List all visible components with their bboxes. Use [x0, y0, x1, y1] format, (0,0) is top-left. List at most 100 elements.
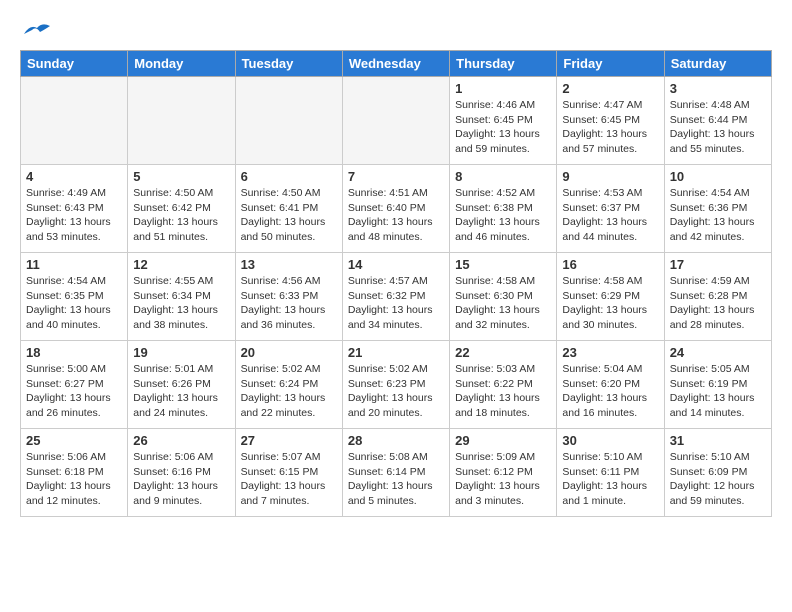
day-number: 19: [133, 345, 229, 360]
day-number: 26: [133, 433, 229, 448]
calendar-cell: 13 Sunrise: 4:56 AM Sunset: 6:33 PM Dayli…: [235, 253, 342, 341]
header: [20, 20, 772, 40]
day-info: Sunrise: 5:01 AM Sunset: 6:26 PM Dayligh…: [133, 362, 229, 421]
weekday-header-monday: Monday: [128, 51, 235, 77]
day-info: Sunrise: 4:46 AM Sunset: 6:45 PM Dayligh…: [455, 98, 551, 157]
day-number: 20: [241, 345, 337, 360]
day-info: Sunrise: 5:06 AM Sunset: 6:16 PM Dayligh…: [133, 450, 229, 509]
day-number: 1: [455, 81, 551, 96]
day-number: 25: [26, 433, 122, 448]
weekday-header-tuesday: Tuesday: [235, 51, 342, 77]
day-info: Sunrise: 5:00 AM Sunset: 6:27 PM Dayligh…: [26, 362, 122, 421]
weekday-header-row: SundayMondayTuesdayWednesdayThursdayFrid…: [21, 51, 772, 77]
calendar-week-1: 1 Sunrise: 4:46 AM Sunset: 6:45 PM Daylig…: [21, 77, 772, 165]
day-info: Sunrise: 5:04 AM Sunset: 6:20 PM Dayligh…: [562, 362, 658, 421]
calendar-cell: 15 Sunrise: 4:58 AM Sunset: 6:30 PM Dayli…: [450, 253, 557, 341]
calendar-cell: 10 Sunrise: 4:54 AM Sunset: 6:36 PM Dayli…: [664, 165, 771, 253]
day-info: Sunrise: 5:09 AM Sunset: 6:12 PM Dayligh…: [455, 450, 551, 509]
day-number: 12: [133, 257, 229, 272]
calendar-body: 1 Sunrise: 4:46 AM Sunset: 6:45 PM Daylig…: [21, 77, 772, 517]
calendar-cell: 22Sunrise: 5:03 AM Sunset: 6:22 PM Dayli…: [450, 341, 557, 429]
day-number: 13: [241, 257, 337, 272]
day-info: Sunrise: 4:53 AM Sunset: 6:37 PM Dayligh…: [562, 186, 658, 245]
day-number: 18: [26, 345, 122, 360]
calendar-cell: 21 Sunrise: 5:02 AM Sunset: 6:23 PM Dayli…: [342, 341, 449, 429]
day-info: Sunrise: 4:55 AM Sunset: 6:34 PM Dayligh…: [133, 274, 229, 333]
calendar-cell: [235, 77, 342, 165]
calendar-cell: [342, 77, 449, 165]
day-number: 30: [562, 433, 658, 448]
day-number: 15: [455, 257, 551, 272]
calendar-cell: 23 Sunrise: 5:04 AM Sunset: 6:20 PM Dayli…: [557, 341, 664, 429]
day-number: 27: [241, 433, 337, 448]
day-info: Sunrise: 4:58 AM Sunset: 6:30 PM Dayligh…: [455, 274, 551, 333]
day-number: 6: [241, 169, 337, 184]
calendar-cell: 2Sunrise: 4:47 AM Sunset: 6:45 PM Daylig…: [557, 77, 664, 165]
day-number: 10: [670, 169, 766, 184]
day-number: 21: [348, 345, 444, 360]
day-number: 8: [455, 169, 551, 184]
day-number: 29: [455, 433, 551, 448]
day-info: Sunrise: 4:52 AM Sunset: 6:38 PM Dayligh…: [455, 186, 551, 245]
day-number: 16: [562, 257, 658, 272]
calendar-cell: 27 Sunrise: 5:07 AM Sunset: 6:15 PM Dayli…: [235, 429, 342, 517]
day-info: Sunrise: 5:02 AM Sunset: 6:24 PM Dayligh…: [241, 362, 337, 421]
day-number: 23: [562, 345, 658, 360]
calendar-cell: 20 Sunrise: 5:02 AM Sunset: 6:24 PM Dayli…: [235, 341, 342, 429]
calendar-table: SundayMondayTuesdayWednesdayThursdayFrid…: [20, 50, 772, 517]
day-number: 14: [348, 257, 444, 272]
calendar-cell: 28Sunrise: 5:08 AM Sunset: 6:14 PM Dayli…: [342, 429, 449, 517]
day-info: Sunrise: 4:56 AM Sunset: 6:33 PM Dayligh…: [241, 274, 337, 333]
calendar-cell: [128, 77, 235, 165]
day-number: 31: [670, 433, 766, 448]
day-number: 9: [562, 169, 658, 184]
calendar-cell: 3 Sunrise: 4:48 AM Sunset: 6:44 PM Daylig…: [664, 77, 771, 165]
day-info: Sunrise: 4:47 AM Sunset: 6:45 PM Dayligh…: [562, 98, 658, 157]
calendar-cell: 25 Sunrise: 5:06 AM Sunset: 6:18 PM Dayli…: [21, 429, 128, 517]
day-number: 5: [133, 169, 229, 184]
calendar-week-3: 11 Sunrise: 4:54 AM Sunset: 6:35 PM Dayli…: [21, 253, 772, 341]
calendar-cell: 29 Sunrise: 5:09 AM Sunset: 6:12 PM Dayli…: [450, 429, 557, 517]
day-info: Sunrise: 4:48 AM Sunset: 6:44 PM Dayligh…: [670, 98, 766, 157]
day-info: Sunrise: 5:10 AM Sunset: 6:11 PM Dayligh…: [562, 450, 658, 509]
weekday-header-saturday: Saturday: [664, 51, 771, 77]
calendar-cell: 7Sunrise: 4:51 AM Sunset: 6:40 PM Daylig…: [342, 165, 449, 253]
day-info: Sunrise: 4:57 AM Sunset: 6:32 PM Dayligh…: [348, 274, 444, 333]
calendar-cell: 16 Sunrise: 4:58 AM Sunset: 6:29 PM Dayli…: [557, 253, 664, 341]
day-info: Sunrise: 5:02 AM Sunset: 6:23 PM Dayligh…: [348, 362, 444, 421]
day-info: Sunrise: 5:03 AM Sunset: 6:22 PM Dayligh…: [455, 362, 551, 421]
calendar-cell: 17 Sunrise: 4:59 AM Sunset: 6:28 PM Dayli…: [664, 253, 771, 341]
day-info: Sunrise: 4:50 AM Sunset: 6:41 PM Dayligh…: [241, 186, 337, 245]
day-info: Sunrise: 4:58 AM Sunset: 6:29 PM Dayligh…: [562, 274, 658, 333]
calendar-cell: 26 Sunrise: 5:06 AM Sunset: 6:16 PM Dayli…: [128, 429, 235, 517]
calendar-cell: 1 Sunrise: 4:46 AM Sunset: 6:45 PM Daylig…: [450, 77, 557, 165]
day-number: 3: [670, 81, 766, 96]
day-info: Sunrise: 5:07 AM Sunset: 6:15 PM Dayligh…: [241, 450, 337, 509]
day-number: 4: [26, 169, 122, 184]
calendar-cell: 30 Sunrise: 5:10 AM Sunset: 6:11 PM Dayli…: [557, 429, 664, 517]
day-number: 28: [348, 433, 444, 448]
day-number: 11: [26, 257, 122, 272]
calendar-cell: 9 Sunrise: 4:53 AM Sunset: 6:37 PM Daylig…: [557, 165, 664, 253]
day-info: Sunrise: 4:49 AM Sunset: 6:43 PM Dayligh…: [26, 186, 122, 245]
calendar-cell: 11 Sunrise: 4:54 AM Sunset: 6:35 PM Dayli…: [21, 253, 128, 341]
day-number: 7: [348, 169, 444, 184]
calendar-cell: [21, 77, 128, 165]
day-info: Sunrise: 5:06 AM Sunset: 6:18 PM Dayligh…: [26, 450, 122, 509]
calendar-cell: 31Sunrise: 5:10 AM Sunset: 6:09 PM Dayli…: [664, 429, 771, 517]
day-info: Sunrise: 4:54 AM Sunset: 6:35 PM Dayligh…: [26, 274, 122, 333]
day-info: Sunrise: 4:50 AM Sunset: 6:42 PM Dayligh…: [133, 186, 229, 245]
logo-bird-icon: [22, 20, 52, 40]
weekday-header-wednesday: Wednesday: [342, 51, 449, 77]
calendar-cell: 12 Sunrise: 4:55 AM Sunset: 6:34 PM Dayli…: [128, 253, 235, 341]
day-info: Sunrise: 5:05 AM Sunset: 6:19 PM Dayligh…: [670, 362, 766, 421]
day-info: Sunrise: 4:54 AM Sunset: 6:36 PM Dayligh…: [670, 186, 766, 245]
calendar-cell: 4 Sunrise: 4:49 AM Sunset: 6:43 PM Daylig…: [21, 165, 128, 253]
weekday-header-friday: Friday: [557, 51, 664, 77]
day-number: 17: [670, 257, 766, 272]
calendar-cell: 18 Sunrise: 5:00 AM Sunset: 6:27 PM Dayli…: [21, 341, 128, 429]
calendar-week-5: 25 Sunrise: 5:06 AM Sunset: 6:18 PM Dayli…: [21, 429, 772, 517]
calendar-week-4: 18 Sunrise: 5:00 AM Sunset: 6:27 PM Dayli…: [21, 341, 772, 429]
day-info: Sunrise: 4:59 AM Sunset: 6:28 PM Dayligh…: [670, 274, 766, 333]
calendar-cell: 14 Sunrise: 4:57 AM Sunset: 6:32 PM Dayli…: [342, 253, 449, 341]
